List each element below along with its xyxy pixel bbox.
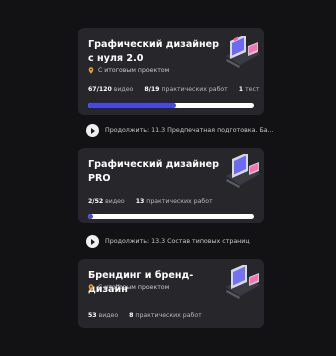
- course-stats: 67/120 видео 8/19 практических работ 1 т…: [88, 86, 270, 93]
- course-title[interactable]: Брендинг и бренд-дизайн: [88, 269, 228, 297]
- stat-videos: 2/52 видео: [88, 198, 125, 205]
- location-pin-icon: [88, 284, 94, 291]
- monitor-illustration-icon: [226, 154, 260, 188]
- stat-videos: 53 видео: [88, 312, 119, 319]
- progress-fill: [88, 103, 176, 108]
- stat-videos: 67/120 видео: [88, 86, 134, 93]
- monitor-illustration-icon: [226, 265, 260, 299]
- continue-label: Продолжить: 13.3 Состав типовых страниц: [105, 238, 250, 245]
- stat-tests: 1 тест: [238, 86, 260, 93]
- course-card-3[interactable]: Брендинг и бренд-дизайн С итоговым проек…: [78, 259, 264, 328]
- stat-practicals: 13 практических работ: [135, 198, 213, 205]
- stat-practicals: 8/19 практических работ: [144, 86, 228, 93]
- continue-link-1[interactable]: Продолжить: 11.3 Предпечатная подготовка…: [86, 124, 274, 137]
- progress-bar: [88, 214, 254, 219]
- course-title[interactable]: Графический дизайнер с нуля 2.0: [88, 38, 220, 66]
- monitor-illustration-icon: [226, 36, 260, 68]
- course-card-1[interactable]: Графический дизайнер с нуля 2.0 С итогов…: [78, 28, 264, 115]
- badge-label: С итоговым проектом: [98, 284, 170, 291]
- final-project-badge: С итоговым проектом: [88, 284, 169, 291]
- course-stats: 2/52 видео 13 практических работ: [88, 198, 224, 205]
- continue-label: Продолжить: 11.3 Предпечатная подготовка…: [105, 127, 274, 134]
- final-project-badge: С итоговым проектом: [88, 67, 169, 74]
- course-card-2[interactable]: Графический дизайнер PRO 2/52 видео 13 п…: [78, 148, 264, 223]
- play-icon[interactable]: [86, 124, 99, 137]
- progress-fill: [88, 214, 93, 219]
- stat-practicals: 8 практических работ: [129, 312, 202, 319]
- play-icon[interactable]: [86, 235, 99, 248]
- course-title[interactable]: Графический дизайнер PRO: [88, 158, 228, 186]
- progress-bar: [88, 103, 254, 108]
- location-pin-icon: [88, 67, 94, 74]
- continue-link-2[interactable]: Продолжить: 13.3 Состав типовых страниц: [86, 235, 250, 248]
- badge-label: С итоговым проектом: [98, 67, 170, 74]
- course-stats: 53 видео 8 практических работ: [88, 312, 213, 319]
